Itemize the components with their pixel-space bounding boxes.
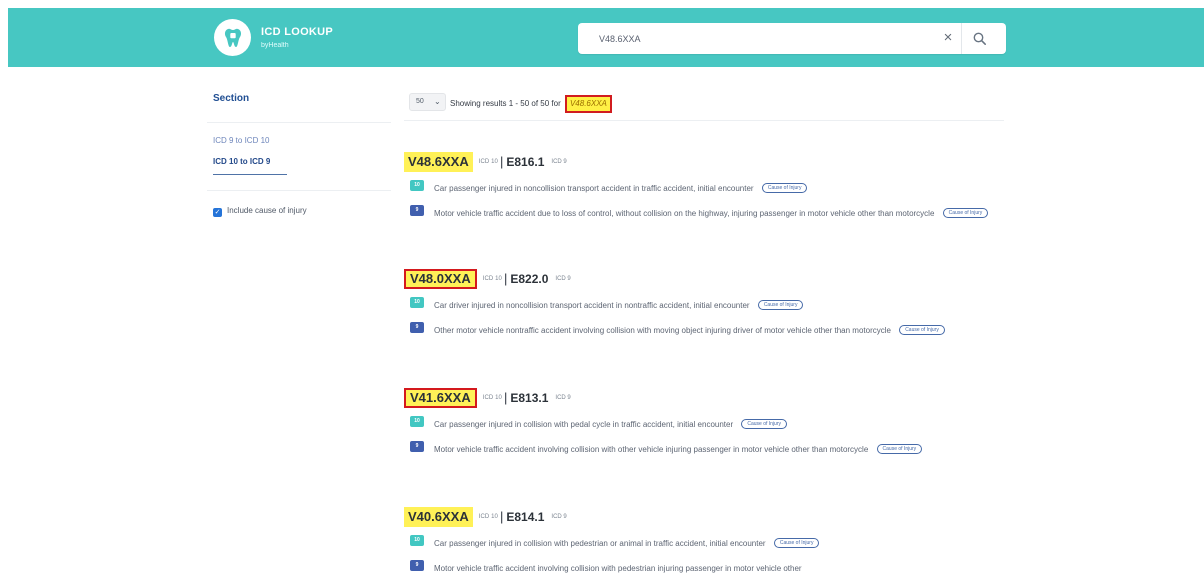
- top-header-bar: ICD LOOKUP byHealth ×: [8, 8, 1204, 67]
- icd9-code[interactable]: E813.1: [510, 391, 548, 405]
- description-text: Motor vehicle traffic accident involving…: [434, 564, 802, 573]
- results-divider: [404, 120, 1004, 121]
- icd9-tag: ICD 9: [555, 394, 571, 401]
- include-cause-checkbox[interactable]: ✓: [213, 208, 222, 217]
- search-input[interactable]: [578, 23, 954, 54]
- app-title: ICD LOOKUP: [261, 25, 334, 38]
- search-divider: [961, 23, 962, 54]
- search-button[interactable]: [969, 29, 991, 49]
- icd9-tag: ICD 9: [551, 158, 567, 165]
- icd9-code[interactable]: E822.0: [510, 272, 548, 286]
- highlighted-query: V48.6XXA: [564, 95, 612, 113]
- description-icd10: 10 Car passenger injured in noncollision…: [404, 180, 1004, 198]
- cause-of-injury-tag[interactable]: Cause of Injury: [741, 418, 787, 429]
- icd-lookup-page: ICD LOOKUP byHealth × Section ICD 9 to I…: [0, 0, 1204, 575]
- icd10-badge-icon: 10: [410, 416, 424, 427]
- icd9-code[interactable]: E814.1: [506, 510, 544, 524]
- section-sidebar: Section ICD 9 to ICD 10 ICD 10 to ICD 9 …: [207, 92, 391, 292]
- icd10-tag: ICD 10: [482, 394, 502, 401]
- code-separator: |: [499, 154, 504, 169]
- results-per-page-select[interactable]: 50 ⌄: [409, 93, 446, 111]
- icd10-tag: ICD 10: [478, 513, 498, 520]
- result-heading: V48.0XXA ICD 10 | E822.0 ICD 9: [404, 267, 1004, 290]
- brand-text: ICD LOOKUP byHealth: [261, 25, 334, 49]
- cause-of-injury-tag[interactable]: Cause of Injury: [876, 443, 923, 454]
- icd9-badge-icon: 9: [410, 560, 424, 571]
- search-icon: [973, 32, 987, 45]
- chevron-down-icon: ⌄: [434, 97, 441, 106]
- cause-of-injury-tag[interactable]: Cause of Injury: [942, 207, 989, 218]
- description-text: Car passenger injured in collision with …: [434, 539, 766, 548]
- active-section-underline: [213, 174, 287, 175]
- icd9-tag: ICD 9: [555, 275, 571, 282]
- description-text: Motor vehicle traffic accident due to lo…: [434, 209, 935, 218]
- icd9-code[interactable]: E816.1: [506, 155, 544, 169]
- clear-icon[interactable]: ×: [939, 29, 957, 47]
- description-text: Car passenger injured in noncollision tr…: [434, 184, 754, 193]
- results-summary-text: Showing results 1 - 50 of 50 for: [450, 99, 561, 108]
- search-box: ×: [578, 23, 1006, 54]
- cause-of-injury-tag[interactable]: Cause of Injury: [761, 182, 808, 193]
- cause-of-injury-tag[interactable]: Cause of Injury: [773, 537, 820, 548]
- icd10-code[interactable]: V48.0XXA: [404, 268, 477, 289]
- sidebar-link-icd10-to-icd9[interactable]: ICD 10 to ICD 9: [213, 157, 270, 166]
- description-icd10: 10 Car passenger injured in collision wi…: [404, 416, 1004, 434]
- description-icd10: 10 Car driver injured in noncollision tr…: [404, 297, 1004, 315]
- result-heading: V48.6XXA ICD 10 | E816.1 ICD 9: [404, 150, 1004, 173]
- result-heading: V40.6XXA ICD 10 | E814.1 ICD 9: [404, 505, 1004, 528]
- icd9-tag: ICD 9: [551, 513, 567, 520]
- brand-block[interactable]: ICD LOOKUP byHealth: [214, 19, 333, 56]
- description-text: Car passenger injured in collision with …: [434, 420, 734, 429]
- icd10-tag: ICD 10: [478, 158, 498, 165]
- code-separator: |: [503, 271, 508, 286]
- description-text: Other motor vehicle nontraffic accident …: [434, 326, 891, 335]
- result-card-v48-0xxa: V48.0XXA ICD 10 | E822.0 ICD 9 10 Car dr…: [404, 267, 1004, 358]
- sidebar-link-icd9-to-icd10[interactable]: ICD 9 to ICD 10: [213, 136, 269, 145]
- icd10-badge-icon: 10: [410, 180, 424, 191]
- result-heading: V41.6XXA ICD 10 | E813.1 ICD 9: [404, 386, 1004, 409]
- icd10-code[interactable]: V48.6XXA: [404, 151, 473, 172]
- sidebar-divider: [207, 122, 391, 123]
- icd9-badge-icon: 9: [410, 441, 424, 452]
- description-icd9: 9 Motor vehicle traffic accident involvi…: [404, 441, 1004, 477]
- icd10-badge-icon: 10: [410, 297, 424, 308]
- description-icd9: 9 Motor vehicle traffic accident involvi…: [404, 560, 1004, 575]
- icd10-badge-icon: 10: [410, 535, 424, 546]
- icd10-code[interactable]: V40.6XXA: [404, 506, 473, 527]
- result-card-v41-6xxa: V41.6XXA ICD 10 | E813.1 ICD 9 10 Car pa…: [404, 386, 1004, 477]
- tooth-logo-icon: [214, 19, 251, 56]
- description-text: Motor vehicle traffic accident involving…: [434, 445, 869, 454]
- icd10-code[interactable]: V41.6XXA: [404, 387, 477, 408]
- description-text: Car driver injured in noncollision trans…: [434, 301, 750, 310]
- section-title: Section: [213, 93, 250, 104]
- results-per-page-value: 50: [416, 98, 424, 105]
- app-subtitle: byHealth: [261, 41, 289, 49]
- include-cause-label[interactable]: Include cause of injury: [227, 206, 307, 215]
- description-icd9: 9 Motor vehicle traffic accident due to …: [404, 205, 1004, 241]
- results-header: 50 ⌄ Showing results 1 - 50 of 50 for V4…: [404, 86, 1004, 121]
- cause-of-injury-tag[interactable]: Cause of Injury: [899, 324, 945, 335]
- icd9-badge-icon: 9: [410, 322, 424, 333]
- code-separator: |: [499, 509, 504, 524]
- results-summary: Showing results 1 - 50 of 50 for V48.6XX…: [450, 95, 612, 113]
- cause-of-injury-tag[interactable]: Cause of Injury: [757, 299, 804, 310]
- result-card-v40-6xxa: V40.6XXA ICD 10 | E814.1 ICD 9 10 Car pa…: [404, 505, 1004, 575]
- description-icd10: 10 Car passenger injured in collision wi…: [404, 535, 1004, 553]
- icd9-badge-icon: 9: [410, 205, 424, 216]
- sidebar-divider: [207, 190, 391, 191]
- description-icd9: 9 Other motor vehicle nontraffic acciden…: [404, 322, 1004, 358]
- tooth-logo-svg: [224, 28, 241, 47]
- code-separator: |: [503, 390, 508, 405]
- icd10-tag: ICD 10: [482, 275, 502, 282]
- result-card-v48-6xxa: V48.6XXA ICD 10 | E816.1 ICD 9 10 Car pa…: [404, 150, 1004, 241]
